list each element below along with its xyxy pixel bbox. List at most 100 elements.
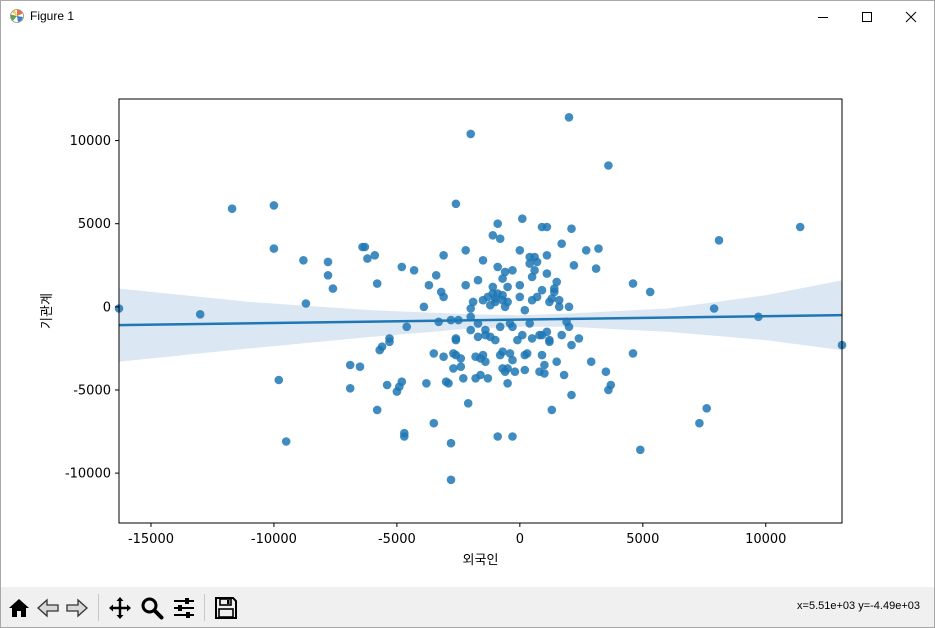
scatter-point: [714, 236, 724, 245]
navigation-toolbar: x=5.51e+03 y=-4.49e+03: [1, 587, 934, 627]
title-bar[interactable]: Figure 1: [1, 1, 934, 32]
save-floppy-icon: [214, 596, 237, 619]
scatter-point: [382, 380, 392, 390]
scatter-point: [385, 337, 394, 347]
scatter-point: [488, 231, 498, 240]
cursor-coordinates: x=5.51e+03 y=-4.49e+03: [797, 600, 920, 612]
scatter-point: [281, 437, 291, 446]
scatter-point: [532, 257, 542, 267]
scatter-point: [301, 299, 311, 308]
scatter-point: [542, 269, 552, 278]
home-button[interactable]: [5, 594, 32, 621]
window-title: Figure 1: [30, 9, 75, 23]
maximize-button[interactable]: [844, 1, 890, 32]
maximize-icon: [862, 11, 872, 22]
scatter-point: [323, 271, 333, 280]
y-tick-label: 5000: [78, 217, 111, 232]
scatter-point: [345, 360, 355, 370]
scatter-point: [537, 285, 547, 295]
close-button[interactable]: [888, 1, 934, 32]
scatter-point: [564, 302, 574, 312]
scatter-point: [299, 256, 308, 265]
scatter-point: [537, 350, 547, 360]
scatter-point: [520, 365, 530, 375]
scatter-point: [459, 374, 468, 383]
scatter-point: [402, 322, 412, 332]
scatter-point: [466, 129, 476, 139]
toolbar-separator: [204, 594, 205, 621]
scatter-point: [372, 405, 382, 415]
scatter-point: [493, 219, 503, 228]
minimize-icon: [818, 16, 828, 18]
scatter-point: [195, 310, 205, 319]
x-tick-label: 10000: [745, 532, 786, 547]
scatter-point: [495, 234, 505, 243]
scatter-point: [508, 432, 517, 441]
scatter-point: [397, 377, 407, 387]
scatter-point: [500, 267, 510, 277]
figure-canvas[interactable]: -15000 -10000 -5000 0 5000 10000 -10000 -5000 0 5…: [1, 32, 934, 587]
scatter-point: [542, 327, 552, 337]
scatter-point: [557, 239, 566, 248]
scatter-point: [591, 264, 601, 273]
scatter-point: [424, 280, 434, 290]
scatter-point: [581, 246, 591, 255]
forward-button[interactable]: [63, 594, 90, 621]
save-button[interactable]: [212, 594, 239, 621]
scatter-point: [370, 251, 380, 260]
configure-subplots-button[interactable]: [170, 594, 197, 621]
scatter-point: [515, 246, 525, 255]
back-arrow-icon: [36, 598, 59, 617]
scatter-point: [754, 312, 763, 322]
x-tick-label: -15000: [128, 532, 174, 547]
scatter-point: [446, 475, 456, 485]
scatter-regression-chart: -15000 -10000 -5000 0 5000 10000 -10000 -5000 0 5…: [40, 98, 847, 568]
scatter-point: [645, 287, 655, 297]
scatter-point: [461, 246, 471, 255]
scatter-point: [269, 201, 279, 210]
minimize-button[interactable]: [800, 1, 846, 32]
scatter-point: [495, 322, 505, 332]
scatter-point: [372, 279, 382, 288]
scatter-point: [515, 280, 525, 290]
forward-arrow-icon: [65, 598, 88, 617]
scatter-point: [601, 367, 611, 377]
scatter-point: [454, 315, 463, 325]
y-tick-label: -5000: [73, 383, 111, 398]
scatter-point: [468, 297, 478, 307]
y-tick-label: 0: [103, 300, 111, 315]
x-tick-label: 5000: [626, 532, 659, 547]
scatter-point: [429, 349, 439, 358]
close-icon: [905, 11, 917, 22]
scatter-point: [503, 297, 512, 307]
scatter-point: [227, 204, 237, 213]
scatter-point: [466, 325, 476, 335]
scatter-point: [419, 302, 429, 312]
scatter-point: [702, 404, 711, 413]
scatter-point: [552, 277, 561, 287]
scatter-point: [483, 374, 493, 383]
x-axis-label: 외국인: [463, 553, 499, 568]
scatter-point: [518, 214, 527, 223]
scatter-point: [269, 244, 279, 253]
toolbar-separator: [98, 594, 99, 621]
scatter-point: [444, 379, 453, 388]
scatter-point: [594, 244, 603, 253]
scatter-point: [508, 355, 517, 365]
scatter-point: [439, 251, 448, 260]
scatter-point: [360, 242, 370, 252]
scatter-point: [434, 317, 444, 327]
x-tick-label: -5000: [378, 532, 416, 547]
scatter-point: [439, 292, 448, 302]
scatter-point: [439, 352, 448, 362]
scatter-point: [628, 279, 638, 288]
scatter-point: [636, 445, 645, 455]
zoom-button[interactable]: [138, 594, 165, 621]
scatter-point: [461, 280, 471, 290]
scatter-point: [274, 375, 284, 385]
scatter-point: [515, 292, 525, 302]
scatter-point: [377, 342, 387, 352]
back-button[interactable]: [34, 594, 61, 621]
scatter-point: [604, 161, 613, 170]
pan-button[interactable]: [106, 594, 133, 621]
